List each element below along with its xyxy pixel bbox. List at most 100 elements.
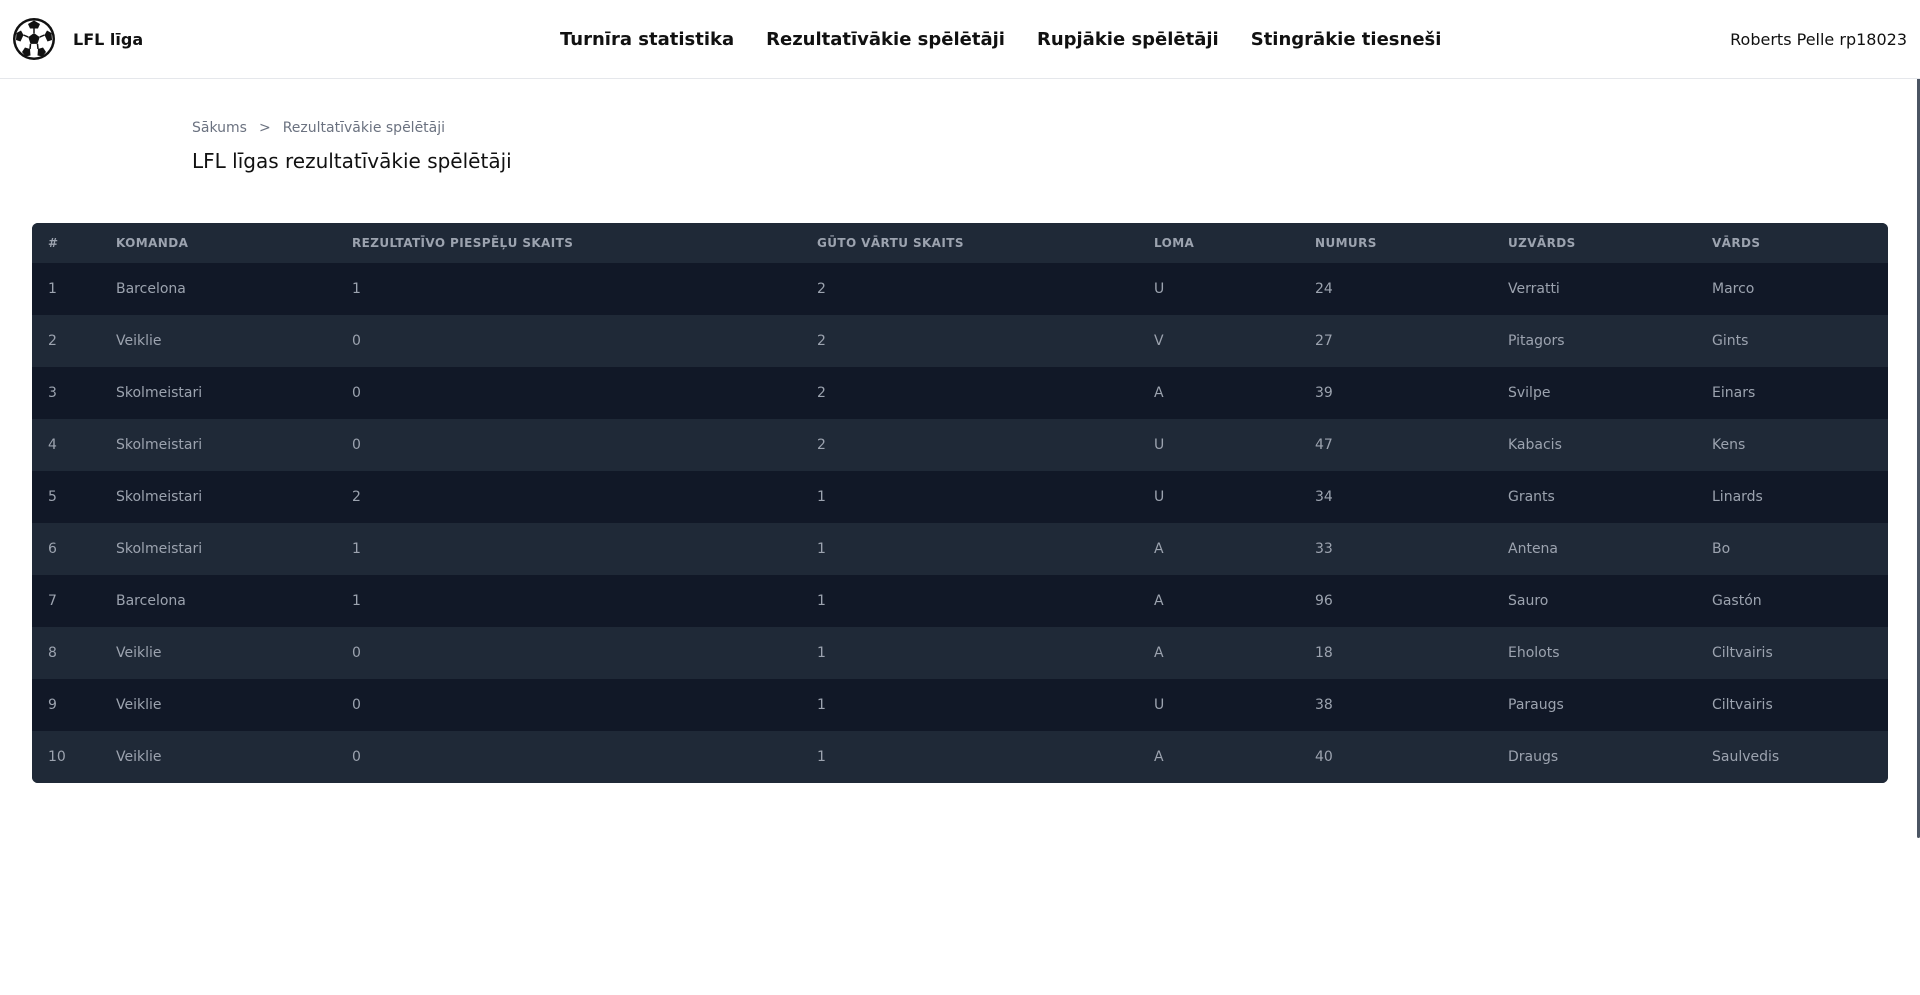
cell-surname: Verratti xyxy=(1508,281,1560,297)
cell-number: 38 xyxy=(1315,697,1333,713)
cell-surname: Pitagors xyxy=(1508,333,1565,349)
column-header-rank[interactable]: # xyxy=(32,223,100,263)
column-header-first-name[interactable]: VĀRDS xyxy=(1696,223,1888,263)
cell-goals: 1 xyxy=(817,645,826,661)
nav-roughest-players[interactable]: Rupjākie spēlētāji xyxy=(1037,29,1219,50)
cell-team: Barcelona xyxy=(116,281,186,297)
cell-assists: 1 xyxy=(352,541,361,557)
cell-goals: 1 xyxy=(817,593,826,609)
table-row[interactable]: 3 Skolmeistari 0 2 A 39 Svilpe Einars xyxy=(32,367,1888,419)
cell-role: A xyxy=(1154,749,1164,765)
table-row[interactable]: 10 Veiklie 0 1 A 40 Draugs Saulvedis xyxy=(32,731,1888,783)
cell-number: 47 xyxy=(1315,437,1333,453)
top-scorers-table: # KOMANDA REZULTATĪVO PIESPĒĻU SKAITS GŪ… xyxy=(32,223,1888,783)
user-account-label[interactable]: Roberts Pelle rp18023 xyxy=(1730,0,1907,78)
cell-assists: 0 xyxy=(352,697,361,713)
table-row[interactable]: 8 Veiklie 0 1 A 18 Eholots Ciltvairis xyxy=(32,627,1888,679)
page-title: LFL līgas rezultatīvākie spēlētāji xyxy=(192,149,512,173)
cell-first-name: Linards xyxy=(1712,489,1763,505)
cell-role: U xyxy=(1154,697,1165,713)
cell-role: A xyxy=(1154,593,1164,609)
column-header-goals[interactable]: GŪTO VĀRTU SKAITS xyxy=(801,223,1138,263)
cell-team: Skolmeistari xyxy=(116,489,203,505)
main-nav: Turnīra statistika Rezultatīvākie spēlēt… xyxy=(560,0,1441,78)
column-header-team[interactable]: KOMANDA xyxy=(100,223,336,263)
cell-first-name: Einars xyxy=(1712,385,1756,401)
cell-team: Barcelona xyxy=(116,593,186,609)
brand-name: LFL līga xyxy=(73,29,144,49)
cell-goals: 2 xyxy=(817,437,826,453)
top-navigation-bar: LFL līga Turnīra statistika Rezultatīvāk… xyxy=(0,0,1920,79)
cell-role: A xyxy=(1154,645,1164,661)
cell-role: A xyxy=(1154,385,1164,401)
cell-team: Veiklie xyxy=(116,749,162,765)
cell-first-name: Saulvedis xyxy=(1712,749,1780,765)
cell-number: 40 xyxy=(1315,749,1333,765)
table-row[interactable]: 4 Skolmeistari 0 2 U 47 Kabacis Kens xyxy=(32,419,1888,471)
column-header-number[interactable]: NUMURS xyxy=(1299,223,1492,263)
cell-rank: 10 xyxy=(48,749,66,765)
table-row[interactable]: 9 Veiklie 0 1 U 38 Paraugs Ciltvairis xyxy=(32,679,1888,731)
cell-first-name: Bo xyxy=(1712,541,1731,557)
cell-rank: 4 xyxy=(48,437,57,453)
column-header-surname[interactable]: UZVĀRDS xyxy=(1492,223,1696,263)
cell-number: 34 xyxy=(1315,489,1333,505)
cell-number: 39 xyxy=(1315,385,1333,401)
cell-assists: 1 xyxy=(352,593,361,609)
cell-team: Veiklie xyxy=(116,333,162,349)
nav-tournament-stats[interactable]: Turnīra statistika xyxy=(560,29,734,50)
cell-surname: Antena xyxy=(1508,541,1559,557)
cell-surname: Paraugs xyxy=(1508,697,1564,713)
brand-link[interactable]: LFL līga xyxy=(11,15,143,63)
column-header-assists[interactable]: REZULTATĪVO PIESPĒĻU SKAITS xyxy=(336,223,801,263)
cell-goals: 1 xyxy=(817,489,826,505)
cell-goals: 1 xyxy=(817,541,826,557)
cell-assists: 0 xyxy=(352,437,361,453)
cell-rank: 5 xyxy=(48,489,57,505)
nav-top-scorers[interactable]: Rezultatīvākie spēlētāji xyxy=(766,29,1005,50)
cell-rank: 8 xyxy=(48,645,57,661)
page-scrollbar[interactable] xyxy=(1915,0,1920,995)
table-row[interactable]: 6 Skolmeistari 1 1 A 33 Antena Bo xyxy=(32,523,1888,575)
cell-goals: 1 xyxy=(817,749,826,765)
cell-assists: 0 xyxy=(352,333,361,349)
cell-assists: 0 xyxy=(352,749,361,765)
table-row[interactable]: 5 Skolmeistari 2 1 U 34 Grants Linards xyxy=(32,471,1888,523)
breadcrumb-current: Rezultatīvākie spēlētāji xyxy=(282,120,446,136)
cell-goals: 2 xyxy=(817,333,826,349)
cell-surname: Eholots xyxy=(1508,645,1560,661)
cell-assists: 2 xyxy=(352,489,361,505)
table-row[interactable]: 7 Barcelona 1 1 A 96 Sauro Gastón xyxy=(32,575,1888,627)
breadcrumb-home-link[interactable]: Sākums xyxy=(192,120,247,136)
cell-rank: 9 xyxy=(48,697,57,713)
breadcrumb-separator: > xyxy=(258,120,271,136)
cell-rank: 3 xyxy=(48,385,57,401)
cell-assists: 0 xyxy=(352,645,361,661)
cell-surname: Svilpe xyxy=(1508,385,1551,401)
cell-number: 33 xyxy=(1315,541,1333,557)
cell-surname: Kabacis xyxy=(1508,437,1562,453)
soccer-ball-icon xyxy=(11,16,57,62)
cell-rank: 7 xyxy=(48,593,57,609)
cell-role: V xyxy=(1154,333,1164,349)
cell-number: 96 xyxy=(1315,593,1333,609)
cell-team: Skolmeistari xyxy=(116,437,203,453)
cell-first-name: Kens xyxy=(1712,437,1746,453)
breadcrumb: Sākums > Rezultatīvākie spēlētāji xyxy=(192,120,445,136)
cell-team: Veiklie xyxy=(116,645,162,661)
cell-assists: 0 xyxy=(352,385,361,401)
cell-number: 27 xyxy=(1315,333,1333,349)
cell-goals: 1 xyxy=(817,697,826,713)
table-row[interactable]: 1 Barcelona 1 2 U 24 Verratti Marco xyxy=(32,263,1888,315)
cell-team: Skolmeistari xyxy=(116,385,203,401)
column-header-role[interactable]: LOMA xyxy=(1138,223,1299,263)
cell-role: A xyxy=(1154,541,1164,557)
cell-team: Veiklie xyxy=(116,697,162,713)
cell-first-name: Ciltvairis xyxy=(1712,645,1773,661)
nav-strictest-referees[interactable]: Stingrākie tiesneši xyxy=(1251,29,1442,50)
cell-surname: Draugs xyxy=(1508,749,1559,765)
cell-team: Skolmeistari xyxy=(116,541,203,557)
cell-rank: 6 xyxy=(48,541,57,557)
table-row[interactable]: 2 Veiklie 0 2 V 27 Pitagors Gints xyxy=(32,315,1888,367)
cell-first-name: Gints xyxy=(1712,333,1749,349)
